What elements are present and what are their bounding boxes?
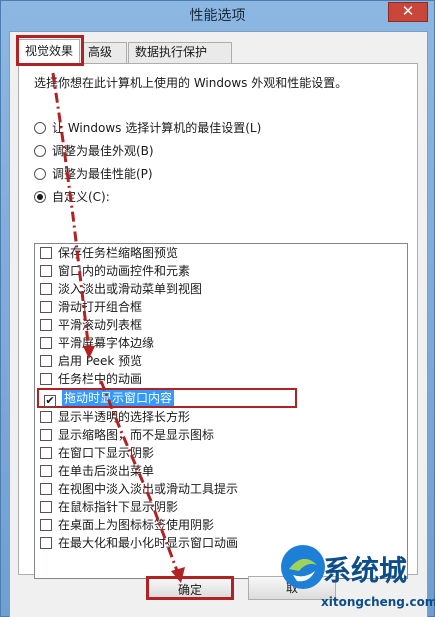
radio-button[interactable] bbox=[34, 145, 46, 157]
option-label: 滑动打开组合框 bbox=[58, 300, 143, 314]
performance-options-window: 性能选项 ✕ 视觉效果 高级 数据执行保护 选择你想在此计算机上使用的 Wind… bbox=[0, 0, 435, 617]
checkbox[interactable] bbox=[40, 501, 52, 513]
option-label: 启用 Peek 预览 bbox=[58, 354, 143, 368]
intro-text: 选择你想在此计算机上使用的 Windows 外观和性能设置。 bbox=[34, 76, 348, 90]
checkbox[interactable] bbox=[40, 301, 52, 313]
list-item[interactable]: 保存任务栏缩略图预览 bbox=[35, 244, 407, 262]
tab-highlight-annotation bbox=[16, 35, 84, 66]
option-label: 在桌面上为图标标签使用阴影 bbox=[58, 518, 215, 532]
list-item-show-window-contents-highlighted[interactable]: ✔ 拖动时显示窗口内容 bbox=[37, 388, 297, 408]
checkbox[interactable] bbox=[40, 447, 52, 459]
option-label: 淡入淡出或滑动菜单到视图 bbox=[58, 282, 203, 296]
checkbox[interactable] bbox=[40, 247, 52, 259]
option-label: 显示缩略图，而不是显示图标 bbox=[58, 428, 215, 442]
ok-button[interactable]: 确定 bbox=[146, 576, 234, 600]
tab-data-execution-prevention[interactable]: 数据执行保护 bbox=[128, 42, 232, 63]
radio-label: 调整为最佳性能(P) bbox=[52, 167, 153, 181]
radio-best-performance[interactable]: 调整为最佳性能(P) bbox=[34, 166, 153, 182]
checkbox[interactable] bbox=[40, 465, 52, 477]
option-label: 在最大化和最小化时显示窗口动画 bbox=[58, 536, 239, 550]
cancel-button[interactable]: 取 bbox=[248, 576, 336, 600]
radio-label: 自定义(C): bbox=[52, 190, 110, 204]
list-item[interactable]: 在桌面上为图标标签使用阴影 bbox=[35, 516, 407, 534]
checkbox[interactable] bbox=[40, 411, 52, 423]
checkbox[interactable] bbox=[40, 337, 52, 349]
list-item[interactable]: 任务栏中的动画 bbox=[35, 370, 407, 388]
option-label: 拖动时显示窗口内容 bbox=[62, 390, 175, 406]
checkbox[interactable] bbox=[40, 373, 52, 385]
list-item[interactable]: 平滑滚动列表框 bbox=[35, 316, 407, 334]
radio-label: 让 Windows 选择计算机的最佳设置(L) bbox=[52, 121, 262, 135]
option-label: 显示半透明的选择长方形 bbox=[58, 410, 191, 424]
radio-button-selected[interactable] bbox=[34, 191, 46, 203]
checkbox[interactable] bbox=[40, 429, 52, 441]
window-title: 性能选项 bbox=[189, 8, 246, 24]
option-label: 任务栏中的动画 bbox=[58, 372, 143, 386]
close-button[interactable]: ✕ bbox=[388, 2, 428, 22]
checkbox[interactable] bbox=[40, 537, 52, 549]
list-item[interactable]: 启用 Peek 预览 bbox=[35, 352, 407, 370]
option-label: 在视图中淡入淡出或滑动工具提示 bbox=[58, 482, 239, 496]
option-label: 保存任务栏缩略图预览 bbox=[58, 246, 179, 260]
list-item[interactable]: 显示半透明的选择长方形 bbox=[35, 408, 407, 426]
list-item[interactable]: 在最大化和最小化时显示窗口动画 bbox=[35, 534, 407, 552]
option-label: 平滑屏幕字体边缘 bbox=[58, 336, 155, 350]
radio-let-windows-choose[interactable]: 让 Windows 选择计算机的最佳设置(L) bbox=[34, 120, 261, 136]
list-item[interactable]: 平滑屏幕字体边缘 bbox=[35, 334, 407, 352]
option-label: 在鼠标指针下显示阴影 bbox=[58, 500, 179, 514]
list-item[interactable]: 窗口内的动画控件和元素 bbox=[35, 262, 407, 280]
list-item[interactable]: 淡入淡出或滑动菜单到视图 bbox=[35, 280, 407, 298]
checkbox[interactable] bbox=[40, 355, 52, 367]
option-label: 平滑滚动列表框 bbox=[58, 318, 143, 332]
checkbox[interactable] bbox=[40, 283, 52, 295]
option-label: 在窗口下显示阴影 bbox=[58, 446, 155, 460]
visual-effects-panel: 选择你想在此计算机上使用的 Windows 外观和性能设置。 让 Windows… bbox=[18, 63, 418, 579]
list-item[interactable]: 在窗口下显示阴影 bbox=[35, 444, 407, 462]
option-label: 窗口内的动画控件和元素 bbox=[58, 264, 191, 278]
option-label: 在单击后淡出菜单 bbox=[58, 464, 155, 478]
radio-label: 调整为最佳外观(B) bbox=[52, 144, 154, 158]
radio-custom[interactable]: 自定义(C): bbox=[34, 189, 110, 205]
checkbox[interactable] bbox=[40, 519, 52, 531]
list-item[interactable]: 在单击后淡出菜单 bbox=[35, 462, 407, 480]
radio-button[interactable] bbox=[34, 122, 46, 134]
list-item[interactable]: 在鼠标指针下显示阴影 bbox=[35, 498, 407, 516]
checkbox[interactable] bbox=[40, 483, 52, 495]
radio-best-appearance[interactable]: 调整为最佳外观(B) bbox=[34, 143, 154, 159]
checkbox[interactable] bbox=[40, 319, 52, 331]
tab-advanced[interactable]: 高级 bbox=[81, 42, 127, 63]
radio-button[interactable] bbox=[34, 168, 46, 180]
list-item[interactable]: 滑动打开组合框 bbox=[35, 298, 407, 316]
checkbox-checked[interactable]: ✔ bbox=[44, 395, 56, 407]
list-item[interactable]: 在视图中淡入淡出或滑动工具提示 bbox=[35, 480, 407, 498]
list-item[interactable]: 显示缩略图，而不是显示图标 bbox=[35, 426, 407, 444]
dialog-client-area: 视觉效果 高级 数据执行保护 选择你想在此计算机上使用的 Windows 外观和… bbox=[9, 31, 428, 617]
visual-effects-options-list[interactable]: 保存任务栏缩略图预览 窗口内的动画控件和元素 淡入淡出或滑动菜单到视图 滑动打开… bbox=[34, 243, 408, 579]
checkbox[interactable] bbox=[40, 265, 52, 277]
